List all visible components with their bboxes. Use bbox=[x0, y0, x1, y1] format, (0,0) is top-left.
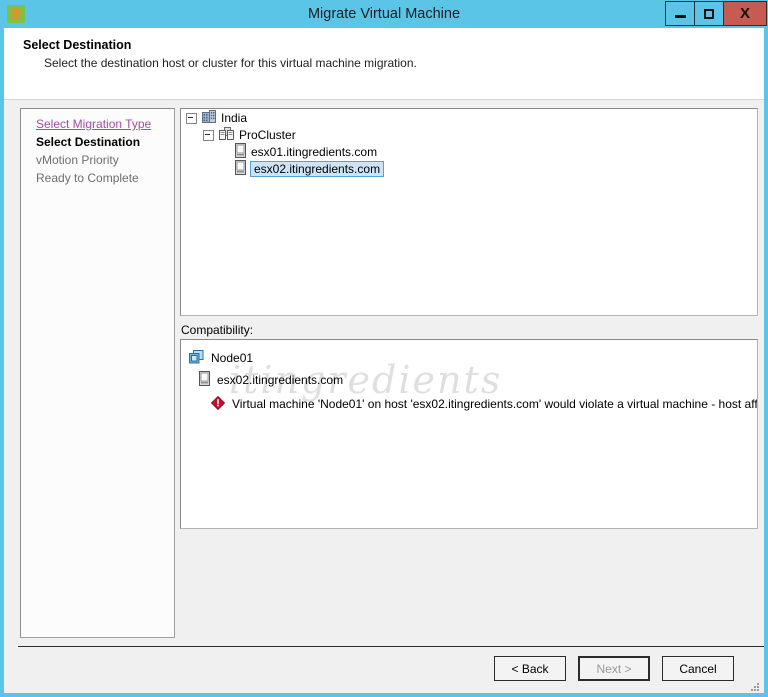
collapse-expander-icon[interactable] bbox=[186, 112, 197, 124]
tree-row[interactable]: esx01.itingredients.com bbox=[181, 143, 757, 161]
sidebar-item-vmotion-priority[interactable]: vMotion Priority bbox=[21, 151, 174, 169]
compatibility-host-name: esx02.itingredients.com bbox=[217, 373, 344, 387]
minimize-icon bbox=[674, 15, 686, 18]
compatibility-vm-row: Node01 bbox=[181, 349, 757, 367]
host-icon bbox=[235, 143, 246, 161]
tree-node-label: ProCluster bbox=[239, 128, 296, 142]
tree-row[interactable]: India bbox=[181, 110, 757, 126]
error-icon bbox=[210, 395, 226, 413]
compatibility-vm-name: Node01 bbox=[211, 351, 254, 365]
sidebar-item-select-destination[interactable]: Select Destination bbox=[21, 133, 174, 151]
wizard-steps-sidebar: Select Migration Type Select Destination… bbox=[20, 108, 175, 638]
dialog-footer: < Back Next > Cancel bbox=[4, 647, 764, 693]
cancel-button[interactable]: Cancel bbox=[662, 656, 734, 681]
maximize-icon bbox=[704, 8, 714, 19]
compatibility-error-message: Virtual machine 'Node01' on host 'esx02.… bbox=[232, 397, 758, 411]
resize-grip[interactable] bbox=[749, 679, 760, 691]
page-subtitle: Select the destination host or cluster f… bbox=[44, 56, 417, 70]
dialog-window: Select Destination Select the destinatio… bbox=[4, 28, 764, 693]
host-icon bbox=[199, 371, 210, 389]
sidebar-item-ready-to-complete[interactable]: Ready to Complete bbox=[21, 169, 174, 187]
datacenter-icon bbox=[202, 110, 216, 126]
close-button[interactable]: X bbox=[723, 1, 767, 26]
page-title: Select Destination bbox=[23, 38, 132, 52]
tree-node-label: esx01.itingredients.com bbox=[251, 145, 378, 159]
cluster-icon bbox=[219, 127, 234, 143]
tree-row-selected[interactable]: esx02.itingredients.com bbox=[181, 160, 757, 178]
compatibility-panel: itingredients Node01 esx02.itingredients… bbox=[180, 339, 758, 529]
compatibility-host-row: esx02.itingredients.com bbox=[181, 371, 757, 389]
footer-buttons: < Back Next > Cancel bbox=[494, 656, 734, 681]
minimize-button[interactable] bbox=[665, 1, 695, 26]
sidebar-item-select-migration-type[interactable]: Select Migration Type bbox=[21, 115, 174, 133]
virtual-machine-icon bbox=[189, 349, 204, 367]
maximize-button[interactable] bbox=[694, 1, 724, 26]
host-icon bbox=[235, 160, 246, 178]
dialog-header: Select Destination Select the destinatio… bbox=[4, 28, 764, 100]
compatibility-label: Compatibility: bbox=[181, 323, 254, 337]
tree-row[interactable]: ProCluster bbox=[181, 127, 757, 143]
compatibility-error-row: Virtual machine 'Node01' on host 'esx02.… bbox=[181, 395, 757, 413]
collapse-expander-icon[interactable] bbox=[203, 129, 214, 141]
back-button[interactable]: < Back bbox=[494, 656, 566, 681]
tree-node-label-selected[interactable]: esx02.itingredients.com bbox=[250, 161, 385, 177]
window-title: Migrate Virtual Machine bbox=[307, 6, 461, 22]
next-button: Next > bbox=[578, 656, 650, 681]
window-controls: X bbox=[665, 1, 767, 26]
title-bar[interactable]: Migrate Virtual Machine X bbox=[0, 0, 768, 28]
tree-node-label: India bbox=[221, 111, 248, 125]
destination-tree-panel[interactable]: India ProCluster esx01.itingredients.com… bbox=[180, 108, 758, 316]
